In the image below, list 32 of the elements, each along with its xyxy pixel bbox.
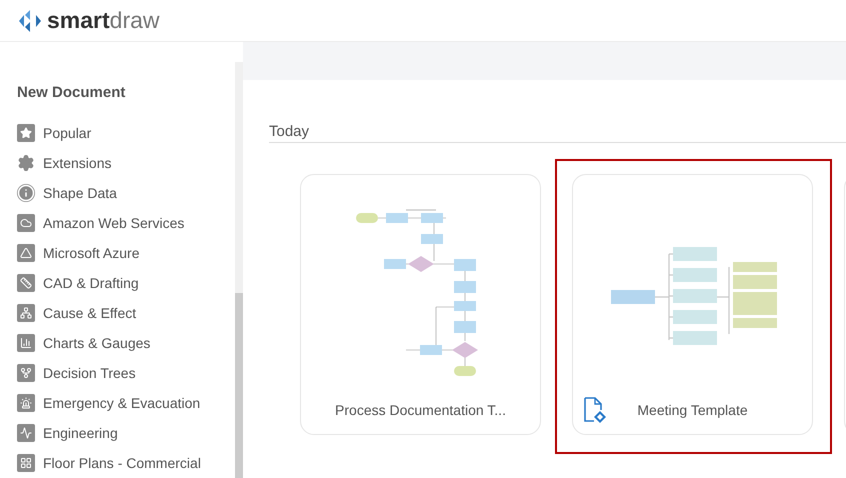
ruler-icon bbox=[17, 274, 35, 292]
sidebar-item[interactable]: Charts & Gauges bbox=[17, 328, 235, 358]
template-title: Process Documentation T... bbox=[335, 400, 507, 420]
sidebar-item[interactable]: Shape Data bbox=[17, 178, 235, 208]
diagram-icon bbox=[17, 304, 35, 322]
branch-icon bbox=[17, 364, 35, 382]
sidebar-item[interactable]: Amazon Web Services bbox=[17, 208, 235, 238]
template-title: Meeting Template bbox=[636, 400, 749, 420]
sidebar-item[interactable]: Extensions bbox=[17, 148, 235, 178]
template-card[interactable]: Process Documentation T... bbox=[300, 174, 541, 435]
sidebar-item[interactable]: Decision Trees bbox=[17, 358, 235, 388]
template-card[interactable]: Meeting Template bbox=[572, 174, 813, 435]
sidebar-item[interactable]: CAD & Drafting bbox=[17, 268, 235, 298]
logo-icon bbox=[18, 8, 42, 32]
sidebar-item[interactable]: Engineering bbox=[17, 418, 235, 448]
logo-text: smartdraw bbox=[47, 9, 160, 32]
grid-icon bbox=[17, 454, 35, 472]
sidebar-item[interactable]: Emergency & Evacuation bbox=[17, 388, 235, 418]
pulse-icon bbox=[17, 424, 35, 442]
sidebar-item[interactable]: Popular bbox=[17, 118, 235, 148]
scrollbar-thumb[interactable] bbox=[235, 293, 243, 478]
sidebar-item[interactable]: Floor Plans - Commercial bbox=[17, 448, 235, 478]
file-icon bbox=[583, 397, 607, 423]
cloud-icon bbox=[17, 214, 35, 232]
sidebar-title: New Document bbox=[17, 83, 126, 102]
info-icon bbox=[17, 184, 35, 202]
bar-chart-icon bbox=[17, 334, 35, 352]
sidebar-item[interactable]: Microsoft Azure bbox=[17, 238, 235, 268]
gear-icon bbox=[17, 154, 35, 172]
sidebar-item[interactable]: Cause & Effect bbox=[17, 298, 235, 328]
siren-icon bbox=[17, 394, 35, 412]
section-title: Today bbox=[269, 121, 846, 143]
